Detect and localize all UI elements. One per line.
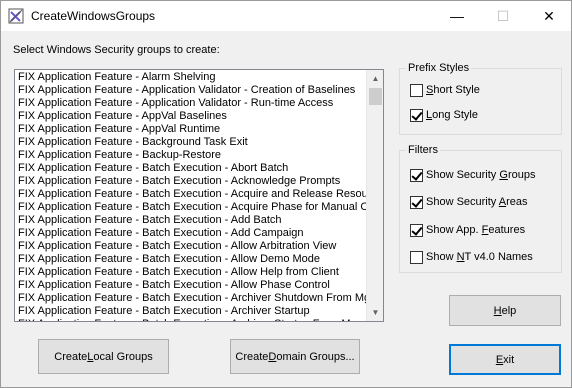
short-style-label: Short Style: [426, 84, 480, 96]
minimize-icon: —: [450, 8, 464, 24]
filters-legend: Filters: [406, 144, 440, 156]
show-security-areas-checkbox[interactable]: [410, 195, 423, 209]
list-item[interactable]: FIX Application Feature - Backup-Restore: [18, 149, 368, 162]
list-item[interactable]: FIX Application Feature - Batch Executio…: [18, 188, 368, 201]
create-local-groups-button[interactable]: Create Local Groups: [38, 339, 169, 374]
show-security-groups-option[interactable]: Show Security Groups: [410, 168, 535, 182]
help-button[interactable]: Help: [449, 295, 561, 326]
long-style-label: Long Style: [426, 109, 478, 121]
create-windows-groups-window: CreateWindowsGroups — ☐ ✕ Select Windows…: [0, 0, 572, 388]
close-button[interactable]: ✕: [526, 1, 572, 31]
list-item[interactable]: FIX Application Feature - Batch Executio…: [18, 253, 368, 266]
close-icon: ✕: [543, 7, 555, 24]
list-item[interactable]: FIX Application Feature - Batch Executio…: [18, 292, 368, 305]
exit-button[interactable]: Exit: [449, 344, 561, 375]
prefix-styles-legend: Prefix Styles: [406, 62, 472, 74]
select-groups-label: Select Windows Security groups to create…: [13, 44, 220, 56]
list-item[interactable]: FIX Application Feature - Batch Executio…: [18, 305, 368, 318]
list-item[interactable]: FIX Application Feature - Application Va…: [18, 97, 368, 110]
scroll-up-icon[interactable]: ▲: [367, 70, 383, 87]
long-style-checkbox[interactable]: [410, 108, 423, 122]
list-item[interactable]: FIX Application Feature - AppVal Baselin…: [18, 110, 368, 123]
list-item[interactable]: FIX Application Feature - Batch Executio…: [18, 227, 368, 240]
groups-list: FIX Application Feature - Alarm Shelving…: [18, 71, 368, 321]
window-title: CreateWindowsGroups: [31, 9, 156, 23]
show-app-features-option[interactable]: Show App. Features: [410, 223, 525, 237]
show-app-features-label: Show App. Features: [426, 224, 526, 236]
list-item[interactable]: FIX Application Feature - Batch Executio…: [18, 162, 368, 175]
show-security-areas-label: Show Security Areas: [426, 196, 528, 208]
show-security-groups-checkbox[interactable]: [410, 168, 423, 182]
list-item[interactable]: FIX Application Feature - Batch Executio…: [18, 201, 368, 214]
show-nt-names-checkbox[interactable]: [410, 250, 423, 264]
scroll-down-icon[interactable]: ▼: [367, 304, 383, 321]
list-scrollbar[interactable]: ▲ ▼: [366, 70, 383, 321]
short-style-option[interactable]: Short Style: [410, 83, 480, 97]
list-item[interactable]: FIX Application Feature - Batch Executio…: [18, 175, 368, 188]
app-icon: [8, 8, 24, 24]
minimize-button[interactable]: —: [434, 1, 480, 31]
list-item[interactable]: FIX Application Feature - Application Va…: [18, 84, 368, 97]
long-style-option[interactable]: Long Style: [410, 108, 478, 122]
show-app-features-checkbox[interactable]: [410, 223, 423, 237]
show-nt-names-option[interactable]: Show NT v4.0 Names: [410, 250, 533, 264]
show-nt-names-label: Show NT v4.0 Names: [426, 251, 533, 263]
title-bar[interactable]: CreateWindowsGroups — ☐ ✕: [1, 1, 571, 31]
maximize-icon: ☐: [496, 7, 510, 24]
show-security-groups-label: Show Security Groups: [426, 169, 536, 181]
list-item[interactable]: FIX Application Feature - Batch Executio…: [18, 240, 368, 253]
prefix-styles-group: Prefix Styles Short Style Long Style: [399, 62, 562, 135]
maximize-button[interactable]: ☐: [480, 1, 526, 31]
list-item[interactable]: FIX Application Feature - Batch Executio…: [18, 279, 368, 292]
filters-group: Filters Show Security Groups Show Securi…: [399, 144, 562, 273]
scroll-thumb[interactable]: [369, 88, 382, 105]
list-item[interactable]: FIX Application Feature - Batch Executio…: [18, 214, 368, 227]
list-item[interactable]: FIX Application Feature - AppVal Runtime: [18, 123, 368, 136]
list-item[interactable]: FIX Application Feature - Batch Executio…: [18, 318, 368, 321]
list-item[interactable]: FIX Application Feature - Background Tas…: [18, 136, 368, 149]
show-security-areas-option[interactable]: Show Security Areas: [410, 195, 528, 209]
create-domain-groups-button[interactable]: Create Domain Groups...: [230, 339, 360, 374]
list-item[interactable]: FIX Application Feature - Batch Executio…: [18, 266, 368, 279]
groups-listbox[interactable]: FIX Application Feature - Alarm Shelving…: [14, 69, 384, 322]
short-style-checkbox[interactable]: [410, 83, 423, 97]
list-item[interactable]: FIX Application Feature - Alarm Shelving: [18, 71, 368, 84]
